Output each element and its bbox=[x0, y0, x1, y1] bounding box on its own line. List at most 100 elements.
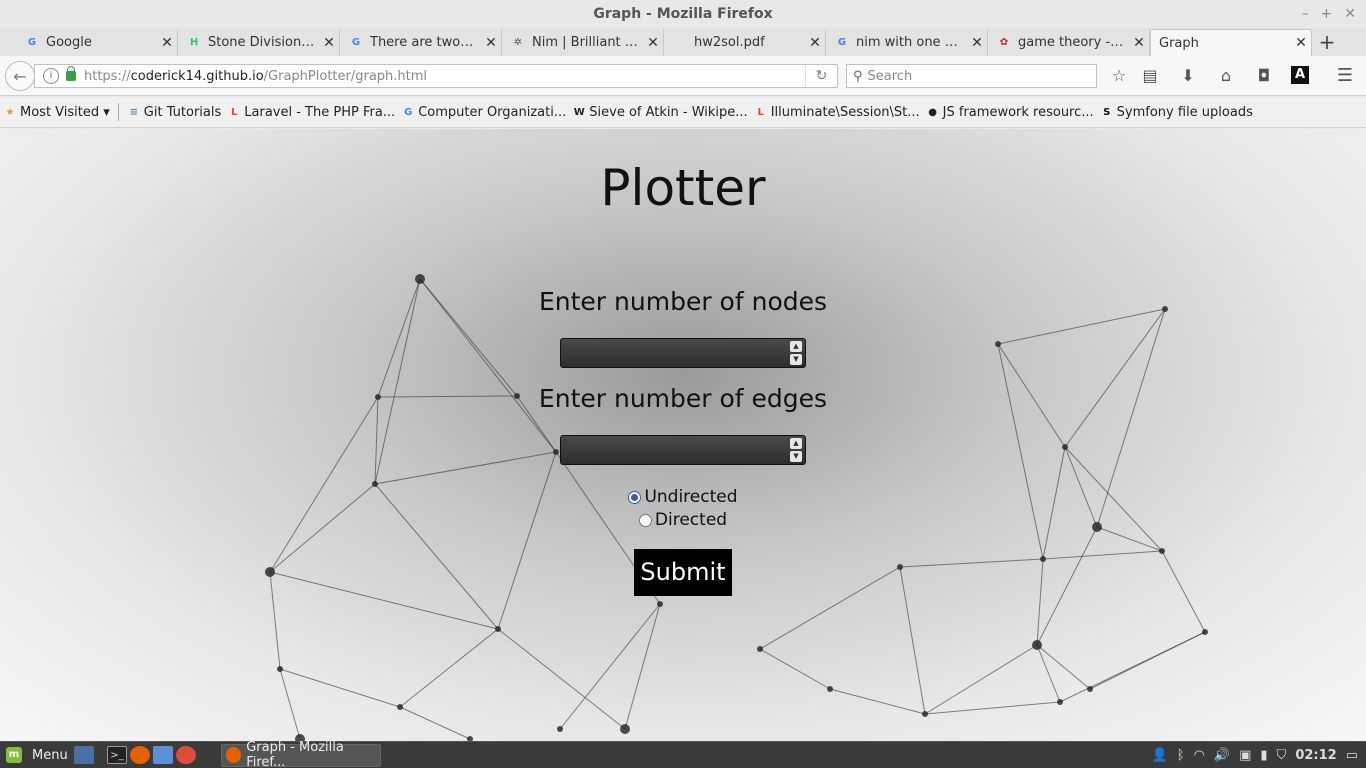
tab-label: game theory - V... bbox=[1018, 35, 1129, 50]
task-label: Graph - Mozilla Firef... bbox=[246, 740, 344, 768]
tab-4[interactable]: hw2sol.pdf ✕ bbox=[664, 29, 826, 56]
increment-icon[interactable]: ▲ bbox=[790, 341, 802, 352]
network-line bbox=[399, 628, 499, 708]
pocket-icon[interactable]: ◘ bbox=[1253, 66, 1275, 86]
radio-directed-row[interactable]: Directed bbox=[0, 510, 1366, 530]
close-tab-icon[interactable]: ✕ bbox=[481, 35, 501, 51]
network-node bbox=[922, 711, 928, 717]
tab-1[interactable]: H Stone Division | ... ✕ bbox=[178, 29, 340, 56]
bookmark-item[interactable]: W Sieve of Atkin - Wikipe... bbox=[572, 105, 748, 120]
directed-label: Directed bbox=[654, 510, 728, 530]
page-title: Plotter bbox=[600, 159, 766, 217]
hamburger-menu-icon[interactable]: ☰ bbox=[1334, 66, 1356, 86]
bookmark-star-icon[interactable]: ☆ bbox=[1108, 66, 1130, 86]
terminal-icon[interactable]: >_ bbox=[107, 746, 127, 764]
close-tab-icon[interactable]: ✕ bbox=[157, 35, 177, 51]
maximize-button[interactable]: + bbox=[1321, 0, 1333, 28]
database-icon: ≡ bbox=[129, 106, 138, 118]
search-input[interactable]: ⚲ Search bbox=[846, 64, 1097, 88]
extension-icon[interactable]: A bbox=[1291, 66, 1309, 84]
window-controls: – + ✕ bbox=[1302, 0, 1356, 28]
network-node bbox=[657, 601, 663, 607]
taskbar-firefox-window[interactable]: Graph - Mozilla Firef... bbox=[221, 740, 381, 768]
clock[interactable]: 02:12 bbox=[1295, 748, 1336, 763]
close-tab-icon[interactable]: ✕ bbox=[1129, 35, 1149, 51]
tab-0[interactable]: G Google ✕ bbox=[16, 29, 178, 56]
network-line bbox=[374, 451, 557, 485]
hackerrank-icon: H bbox=[189, 37, 199, 48]
bookmark-label: Laravel - The PHP Fra... bbox=[244, 104, 396, 120]
url-text[interactable]: https://coderick14.github.io/GraphPlotte… bbox=[84, 69, 427, 84]
network-line bbox=[269, 571, 281, 670]
close-tab-icon[interactable]: ✕ bbox=[805, 35, 825, 51]
network-line bbox=[759, 566, 901, 650]
tab-7[interactable]: Graph ✕ bbox=[1150, 29, 1312, 56]
tab-6[interactable]: ✿ game theory - V... ✕ bbox=[988, 29, 1150, 56]
bookmark-item[interactable]: L Laravel - The PHP Fra... bbox=[227, 105, 395, 120]
back-button[interactable]: ← bbox=[5, 61, 35, 91]
edges-input[interactable]: ▲ ▼ bbox=[560, 435, 806, 465]
search-placeholder: Search bbox=[867, 68, 913, 84]
tab-strip: G Google ✕ H Stone Division | ... ✕ G There are… bbox=[0, 28, 1366, 56]
tab-label: Graph bbox=[1159, 35, 1199, 51]
close-window-button[interactable]: ✕ bbox=[1344, 0, 1356, 28]
decrement-icon[interactable]: ▼ bbox=[790, 354, 802, 365]
network-node bbox=[1159, 548, 1165, 554]
close-tab-icon[interactable]: ✕ bbox=[967, 35, 987, 51]
show-desktop-icon[interactable] bbox=[74, 746, 94, 764]
wikipedia-icon: W bbox=[573, 106, 585, 118]
shield-icon[interactable]: ⛉ bbox=[1277, 748, 1287, 763]
bluetooth-icon[interactable]: ᛒ bbox=[1177, 748, 1185, 763]
reload-icon[interactable]: ↻ bbox=[805, 65, 837, 87]
tab-2[interactable]: G There are two pl... ✕ bbox=[340, 29, 502, 56]
tab-label: Google bbox=[46, 35, 92, 50]
new-tab-button[interactable]: + bbox=[1312, 29, 1342, 56]
undirected-radio[interactable] bbox=[628, 490, 642, 504]
bookmark-item[interactable]: ★ Most Visited ▾ bbox=[3, 105, 110, 120]
network-line bbox=[497, 451, 557, 630]
close-tab-icon[interactable]: ✕ bbox=[643, 35, 663, 51]
network-line bbox=[279, 668, 401, 708]
nodes-input[interactable]: ▲ ▼ bbox=[560, 338, 806, 368]
tab-5[interactable]: Gnim with one pile...✕ bbox=[826, 29, 988, 56]
volume-icon[interactable]: 🔊 bbox=[1214, 748, 1230, 763]
network-line bbox=[1096, 526, 1163, 552]
directed-radio[interactable] bbox=[638, 513, 652, 527]
pdf-icon bbox=[672, 35, 688, 51]
clipboard-icon[interactable]: ▣ bbox=[1239, 748, 1251, 763]
tab-3[interactable]: ✲ Nim | Brilliant M... ✕ bbox=[502, 29, 664, 56]
close-tab-icon[interactable]: ✕ bbox=[1291, 35, 1311, 51]
notifications-icon[interactable]: ▭ bbox=[1346, 748, 1358, 763]
file-manager-icon[interactable] bbox=[153, 746, 173, 764]
network-node bbox=[1032, 640, 1042, 650]
close-tab-icon[interactable]: ✕ bbox=[319, 35, 339, 51]
network-line bbox=[899, 558, 1044, 568]
reading-list-icon[interactable]: ▤ bbox=[1139, 66, 1161, 86]
increment-icon[interactable]: ▲ bbox=[790, 438, 802, 449]
bookmark-item[interactable]: ≡ Git Tutorials bbox=[127, 105, 222, 120]
start-menu-button[interactable]: m Menu bbox=[0, 747, 70, 763]
edges-stepper[interactable]: ▲ ▼ bbox=[790, 438, 802, 462]
downloads-icon[interactable]: ⬇ bbox=[1177, 66, 1199, 86]
home-icon[interactable]: ⌂ bbox=[1215, 66, 1237, 86]
minimize-button[interactable]: – bbox=[1302, 0, 1309, 28]
url-bar[interactable]: i https://coderick14.github.io/GraphPlot… bbox=[34, 64, 838, 88]
nodes-stepper[interactable]: ▲ ▼ bbox=[790, 341, 802, 365]
tab-label: hw2sol.pdf bbox=[694, 35, 765, 50]
bookmark-item[interactable]: G Computer Organizati... bbox=[401, 105, 566, 120]
radio-undirected-row[interactable]: Undirected bbox=[0, 487, 1366, 507]
url-host: coderick14.github.io bbox=[130, 68, 264, 84]
decrement-icon[interactable]: ▼ bbox=[790, 451, 802, 462]
bookmark-item[interactable]: S Symfony file uploads bbox=[1100, 105, 1253, 120]
network-node bbox=[1057, 699, 1063, 705]
submit-button[interactable]: Submit bbox=[634, 549, 732, 596]
firefox-launcher-icon[interactable] bbox=[130, 746, 150, 764]
user-icon[interactable]: 👤 bbox=[1152, 748, 1168, 763]
chrome-launcher-icon[interactable] bbox=[176, 746, 196, 764]
bookmark-item[interactable]: L Illuminate\Session\St... bbox=[754, 105, 920, 120]
battery-icon[interactable]: ▮ bbox=[1260, 748, 1267, 763]
wifi-icon[interactable]: ◠ bbox=[1194, 748, 1205, 763]
network-line bbox=[759, 648, 831, 690]
site-info-icon[interactable]: i bbox=[43, 68, 59, 84]
bookmark-item[interactable]: ● JS framework resourc... bbox=[926, 105, 1093, 120]
